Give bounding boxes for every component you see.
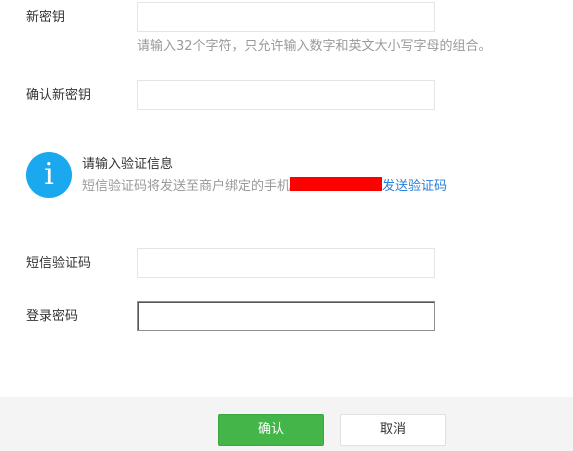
login-password-input[interactable] — [137, 301, 435, 331]
info-description: 短信验证码将发送至商户绑定的手机 发送验证码 — [82, 177, 447, 196]
redacted-phone-number — [290, 177, 383, 191]
login-password-label: 登录密码 — [26, 309, 79, 324]
footer-bar: 确认 取消 — [0, 397, 573, 451]
cancel-button[interactable]: 取消 — [340, 414, 446, 446]
new-key-input[interactable] — [137, 2, 435, 32]
confirm-key-input[interactable] — [137, 80, 435, 110]
sms-code-input[interactable] — [137, 248, 435, 278]
new-key-hint: 请输入32个字符，只允许输入数字和英文大小写字母的组合。 — [137, 39, 492, 54]
confirm-button[interactable]: 确认 — [218, 414, 324, 446]
sms-code-label: 短信验证码 — [26, 256, 92, 271]
info-icon: i — [26, 152, 72, 198]
info-title: 请输入验证信息 — [82, 157, 174, 172]
info-description-text: 短信验证码将发送至商户绑定的手机 — [82, 179, 291, 194]
confirm-key-label: 确认新密钥 — [26, 88, 92, 103]
new-key-label: 新密钥 — [26, 10, 66, 25]
send-code-link[interactable]: 发送验证码 — [382, 179, 447, 194]
